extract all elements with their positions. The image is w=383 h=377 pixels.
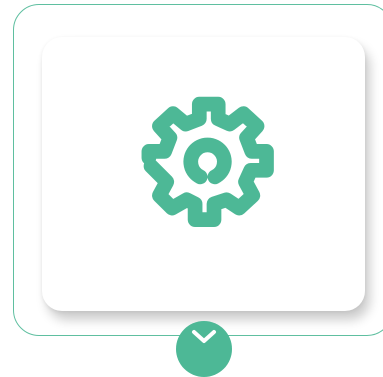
gear-icon (141, 96, 274, 227)
chevron-down-icon (192, 330, 216, 343)
expand-button[interactable] (176, 321, 232, 377)
